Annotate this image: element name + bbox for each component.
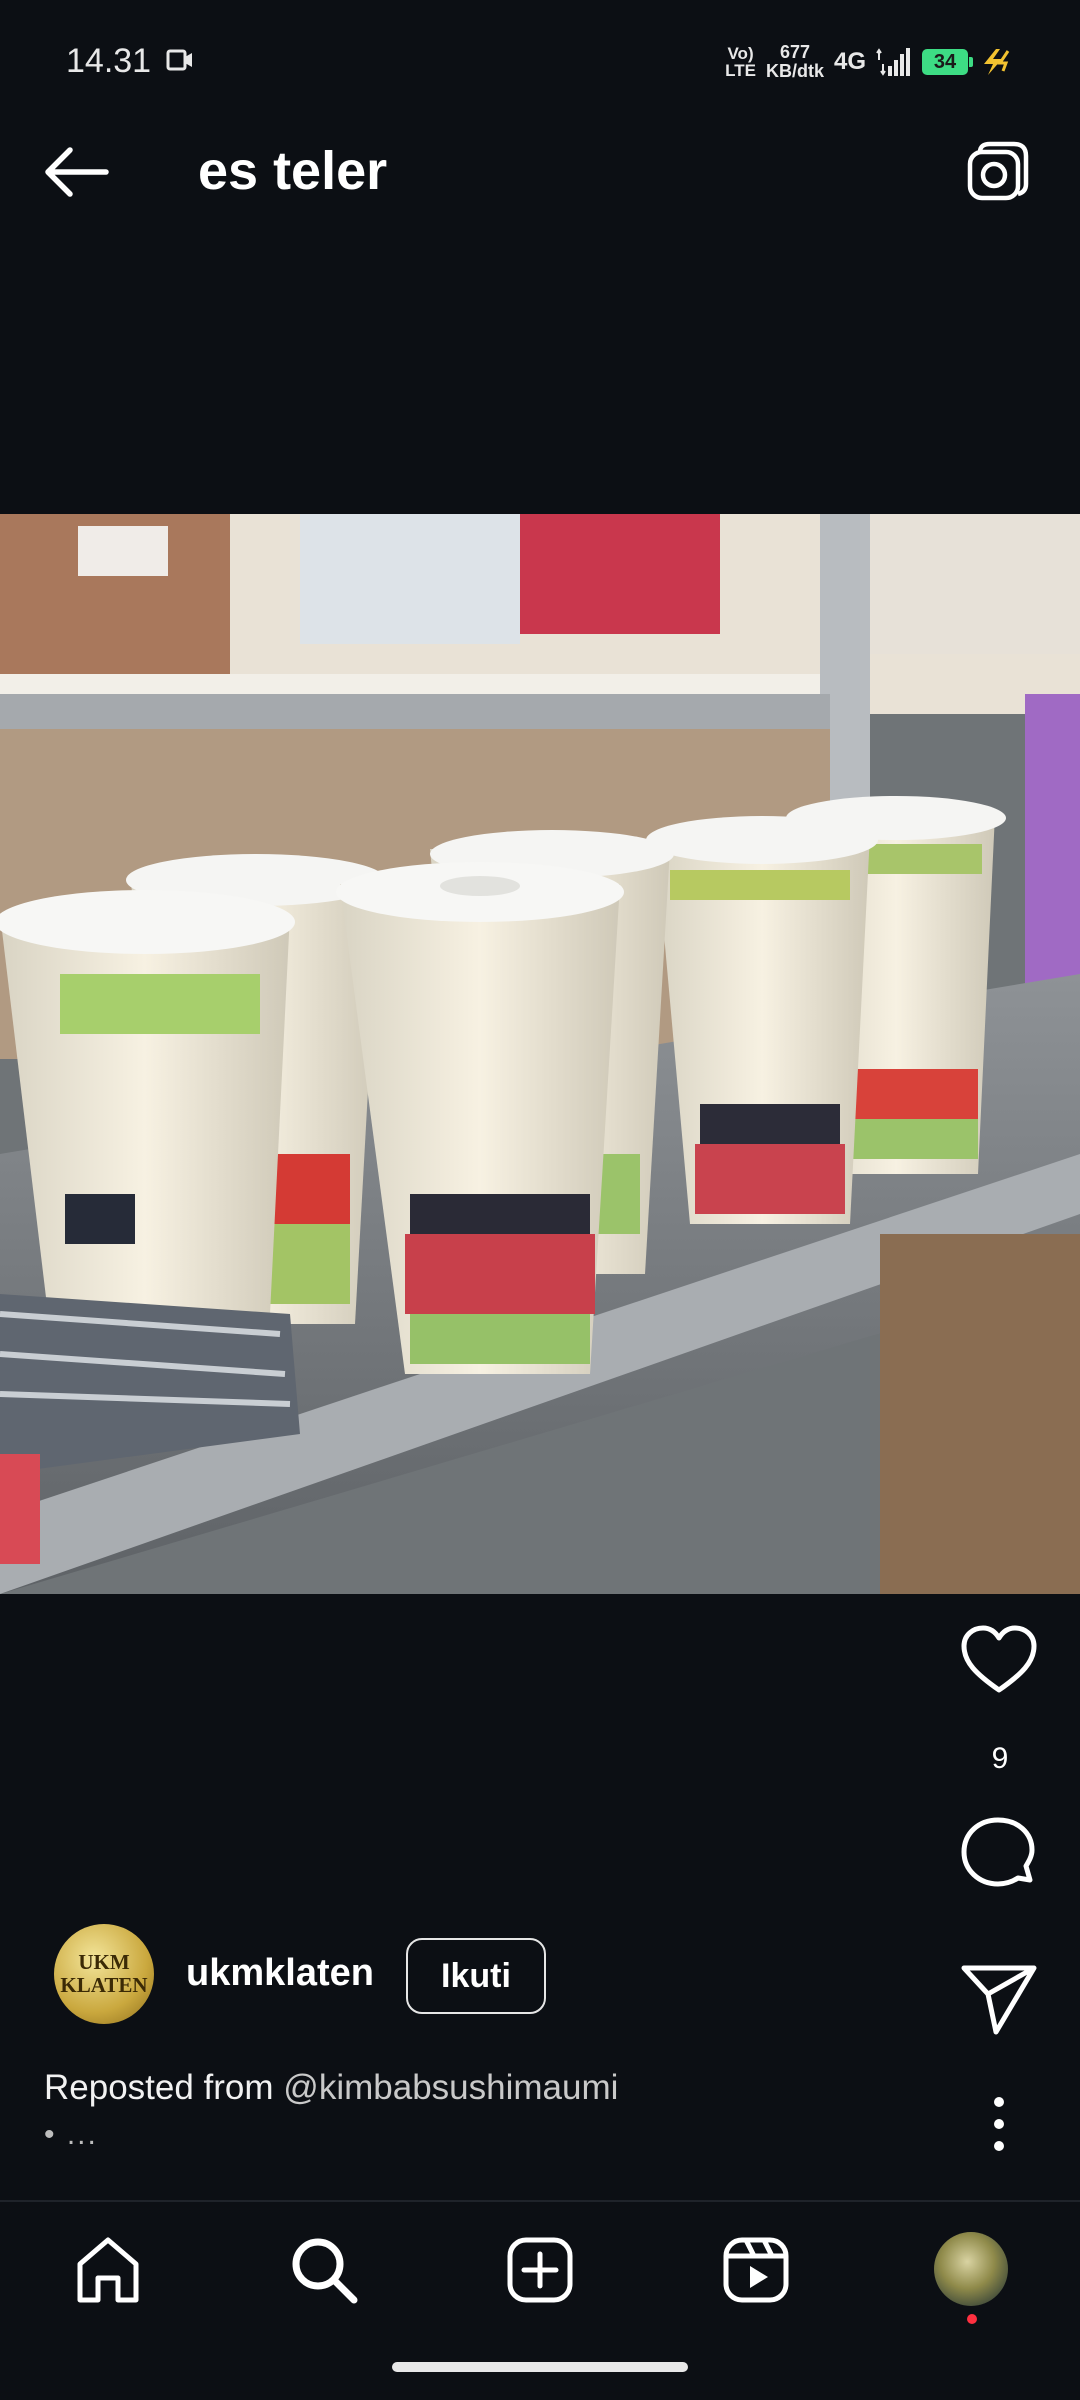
- camera-button[interactable]: [964, 140, 1030, 206]
- status-bar: 14.31 Vo) LTE 677 KB/dtk 4G 34: [0, 0, 1080, 92]
- comment-icon: [961, 1817, 1035, 1887]
- volte-indicator: Vo) LTE: [725, 44, 756, 80]
- like-button[interactable]: [958, 1620, 1040, 1702]
- nav-create[interactable]: [504, 2234, 576, 2306]
- signal-icon: [876, 48, 910, 76]
- post-image: [0, 514, 1080, 1594]
- camera-icon: [967, 141, 1029, 201]
- nav-profile-avatar[interactable]: [934, 2232, 1008, 2306]
- caption-more[interactable]: • ...: [44, 2118, 98, 2152]
- battery-indicator: 34: [922, 49, 973, 75]
- header: es teler: [0, 92, 1080, 252]
- screen-record-icon: [166, 49, 192, 71]
- more-vertical-icon: [994, 2097, 1004, 2151]
- charging-icon: [984, 49, 1010, 75]
- network-speed: 677 KB/dtk: [765, 42, 824, 81]
- nav-home[interactable]: [72, 2234, 144, 2306]
- home-indicator[interactable]: [392, 2362, 688, 2372]
- search-icon: [292, 2238, 358, 2304]
- author-avatar[interactable]: UKM KLATEN: [54, 1924, 154, 2024]
- post-caption[interactable]: Reposted from @kimbabsushimaumi: [44, 2068, 618, 2108]
- notification-dot: [967, 2314, 977, 2324]
- status-time: 14.31: [66, 42, 152, 80]
- send-icon: [961, 1965, 1037, 2035]
- bottom-nav: [0, 2200, 1080, 2338]
- post-media[interactable]: [0, 514, 1080, 1594]
- avatar-logo-text: UKM KLATEN: [60, 1950, 148, 1997]
- heart-icon: [961, 1625, 1037, 1693]
- page-title: es teler: [198, 141, 388, 201]
- follow-button[interactable]: Ikuti: [406, 1938, 546, 2014]
- caption-handle[interactable]: @kimbabsushimaumi: [283, 2068, 618, 2107]
- home-icon: [77, 2237, 139, 2303]
- reels-icon: [723, 2237, 789, 2303]
- comment-button[interactable]: [958, 1814, 1040, 1896]
- share-button[interactable]: [958, 1958, 1040, 2040]
- caption-prefix: Reposted from: [44, 2068, 274, 2107]
- plus-square-icon: [507, 2237, 573, 2303]
- nav-reels[interactable]: [720, 2234, 792, 2306]
- more-options-button[interactable]: [958, 2086, 1040, 2168]
- like-count: 9: [991, 1742, 1009, 1775]
- nav-search[interactable]: [288, 2234, 360, 2306]
- back-button[interactable]: [40, 142, 112, 202]
- network-type: 4G: [833, 48, 866, 75]
- arrow-left-icon: [45, 147, 109, 197]
- author-username[interactable]: ukmklaten: [186, 1952, 374, 1995]
- status-icons: Vo) LTE 677 KB/dtk 4G 34: [725, 38, 1018, 86]
